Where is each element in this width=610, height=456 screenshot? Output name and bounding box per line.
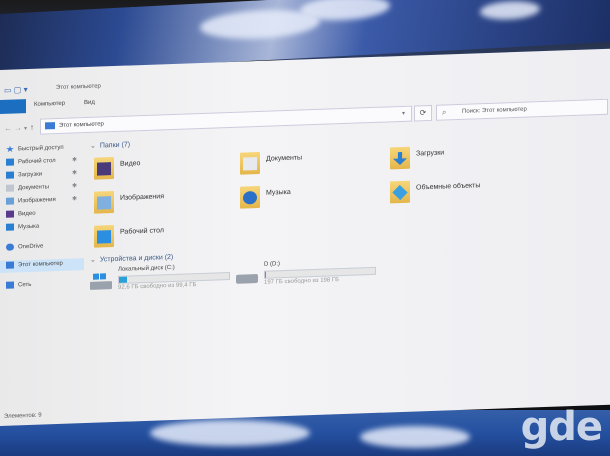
recent-locations-icon[interactable]: ▾ (24, 125, 27, 132)
3d-objects-folder-icon (390, 180, 410, 204)
forward-arrow-icon[interactable]: → (14, 123, 22, 132)
file-explorer-window: ▭ ▢ ▾ Этот компьютер Компьютер Вид ← → ▾… (0, 48, 610, 426)
content-pane: ⌄ Папки (7) Видео Документы Загрузки Изоб… (90, 124, 610, 422)
search-placeholder: Поиск: Этот компьютер (462, 106, 527, 115)
sidebar-item-music[interactable]: Музыка (6, 220, 86, 235)
drive-usage-fill (119, 276, 127, 283)
pin-icon[interactable]: ✱ (72, 156, 77, 163)
drive-label: D (D:) (264, 261, 280, 268)
status-bar-item-count: Элементов: 9 (4, 412, 42, 420)
quick-access-toolbar[interactable]: ▭ ▢ ▾ (4, 85, 28, 95)
desktop-icon (6, 158, 14, 166)
music-icon (6, 223, 14, 231)
folder-tile-video[interactable]: Видео (90, 151, 240, 184)
sidebar-item-label: Быстрый доступ (18, 144, 64, 153)
music-folder-icon (240, 185, 260, 209)
tab-computer[interactable]: Компьютер (34, 101, 65, 108)
drive-free-space: 197 ГБ свободно из 198 ГБ (264, 277, 340, 286)
sidebar-item-network[interactable]: Сеть (6, 278, 86, 293)
navigation-pane: Быстрый доступ Рабочий стол ✱ Загрузки ✱… (0, 142, 86, 405)
folder-tile-downloads[interactable]: Загрузки (386, 140, 536, 173)
drive-label: Локальный диск (C:) (118, 264, 175, 273)
folders-group-header[interactable]: ⌄ Папки (7) (90, 140, 130, 149)
tab-file[interactable] (0, 99, 26, 114)
desktop-folder-icon (94, 225, 114, 248)
drives-group-header[interactable]: ⌄ Устройства и диски (2) (90, 253, 173, 264)
up-arrow-icon[interactable]: ↑ (30, 123, 34, 132)
document-icon (6, 184, 14, 192)
sidebar-item-this-pc[interactable]: Этот компьютер (0, 258, 84, 273)
pin-icon[interactable]: ✱ (72, 195, 77, 202)
folder-label: Изображения (120, 193, 164, 202)
sidebar-item-label: Документы (18, 184, 49, 192)
folder-tile-desktop[interactable]: Рабочий стол (90, 219, 240, 252)
group-title: Папки (7) (99, 141, 131, 150)
network-icon (6, 281, 14, 289)
folder-label: Документы (266, 154, 303, 163)
image-folder-icon (94, 191, 114, 214)
sidebar-item-label: Сеть (18, 281, 32, 289)
download-icon (6, 171, 14, 179)
drive-usage-fill (265, 271, 267, 278)
document-folder-icon (240, 151, 260, 175)
cloud-icon (6, 243, 14, 251)
computer-icon (6, 261, 14, 269)
sidebar-item-label: Этот компьютер (18, 260, 63, 269)
search-input[interactable]: ⌕ Поиск: Этот компьютер (436, 98, 608, 121)
video-icon (6, 210, 14, 218)
star-icon (6, 146, 14, 153)
chevron-down-icon: ⌄ (90, 256, 96, 264)
chevron-down-icon: ⌄ (90, 142, 96, 150)
image-icon (6, 197, 14, 205)
drive-free-space: 92,6 ГБ свободно из 99,4 ГБ (118, 282, 197, 291)
tab-view[interactable]: Вид (84, 100, 95, 106)
folder-label: Объемные объекты (416, 182, 481, 192)
folder-label: Рабочий стол (120, 227, 164, 236)
folder-label: Видео (120, 160, 141, 168)
sidebar-item-label: Рабочий стол (18, 158, 56, 166)
windows-drive-icon (90, 273, 112, 290)
folder-tile-images[interactable]: Изображения (90, 185, 240, 218)
folder-tile-documents[interactable]: Документы (236, 146, 386, 179)
computer-icon (45, 122, 55, 130)
back-arrow-icon[interactable]: ← (4, 124, 12, 133)
group-title: Устройства и диски (2) (99, 253, 174, 264)
sidebar-item-label: Загрузки (18, 171, 43, 179)
chevron-down-icon[interactable]: ▾ (402, 110, 405, 117)
address-path: Этот компьютер (59, 121, 104, 129)
video-folder-icon (94, 157, 114, 180)
folder-label: Загрузки (416, 149, 445, 158)
sidebar-item-label: Видео (18, 210, 36, 218)
sidebar-item-label: OneDrive (18, 243, 44, 251)
refresh-button[interactable]: ⟳ (414, 104, 432, 122)
drive-tile-d[interactable]: D (D:) 197 ГБ свободно из 198 ГБ (236, 253, 516, 293)
search-icon: ⌕ (442, 107, 447, 117)
sidebar-item-onedrive[interactable]: OneDrive (6, 240, 86, 255)
sidebar-item-label: Музыка (18, 223, 40, 231)
window-title: Этот компьютер (56, 83, 101, 92)
download-folder-icon (390, 146, 410, 170)
folder-tile-3d-objects[interactable]: Объемные объекты (386, 174, 536, 207)
pin-icon[interactable]: ✱ (72, 182, 77, 189)
folder-label: Музыка (266, 188, 291, 197)
folder-tile-music[interactable]: Музыка (236, 180, 386, 213)
pin-icon[interactable]: ✱ (72, 169, 77, 176)
hard-drive-icon (236, 268, 258, 285)
sidebar-item-label: Изображения (18, 197, 56, 205)
watermark-logo: gde (520, 404, 603, 450)
